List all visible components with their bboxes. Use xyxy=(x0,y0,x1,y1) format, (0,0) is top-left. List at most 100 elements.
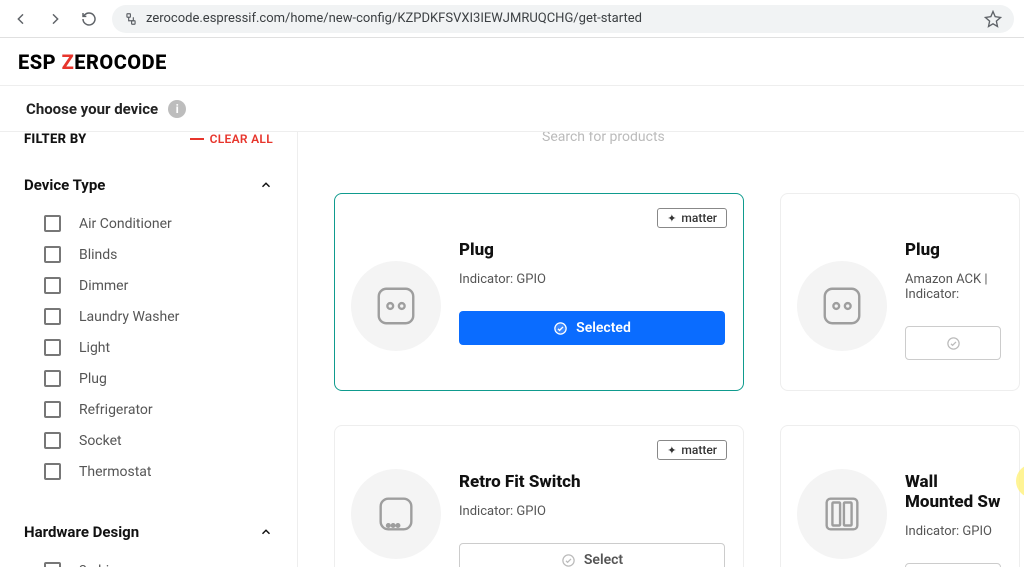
clear-all-button[interactable]: Clear All xyxy=(190,132,273,146)
filter-item[interactable]: Refrigerator xyxy=(24,394,273,425)
filter-item-label: Blinds xyxy=(79,247,117,263)
filter-item-label: 2-chip xyxy=(79,563,117,567)
chevron-up-icon xyxy=(259,525,273,539)
card-subtitle: Indicator: GPIO xyxy=(905,524,1001,539)
forward-button[interactable] xyxy=(44,8,66,30)
card-body: Retro Fit Switch Indicator: GPIO Select xyxy=(459,444,725,556)
device-thumb xyxy=(797,469,887,559)
filter-item-label: Refrigerator xyxy=(79,402,153,418)
select-button[interactable] xyxy=(905,563,1001,567)
badge-label: matter xyxy=(681,443,717,457)
card-subtitle: Indicator: GPIO xyxy=(459,504,725,519)
checkbox-icon xyxy=(44,277,61,294)
filter-item[interactable]: Plug xyxy=(24,363,273,394)
minus-icon xyxy=(190,138,204,140)
check-circle-icon xyxy=(561,553,576,567)
filter-item[interactable]: 2-chip xyxy=(24,555,273,567)
filter-item-label: Dimmer xyxy=(79,278,128,294)
selected-button[interactable]: Selected xyxy=(459,311,725,345)
filter-item[interactable]: Dimmer xyxy=(24,270,273,301)
device-card[interactable]: ✦ matter Plug Indicator: GPIO Selected xyxy=(334,193,744,391)
device-thumb xyxy=(797,261,887,351)
matter-badge: ✦ matter xyxy=(657,208,727,228)
logo-bar: ESP ZEROCODE xyxy=(0,38,1024,86)
checkbox-icon xyxy=(44,432,61,449)
filter-item-label: Thermostat xyxy=(79,464,152,480)
card-title: Wall Mounted Sw xyxy=(905,472,1001,512)
clear-all-label: Clear All xyxy=(210,132,273,146)
arrow-left-icon xyxy=(13,11,29,27)
reload-button[interactable] xyxy=(78,8,100,30)
filter-section-head-hardware-design[interactable]: Hardware Design xyxy=(24,495,273,551)
matter-icon: ✦ xyxy=(667,212,675,225)
filter-item[interactable]: Thermostat xyxy=(24,456,273,487)
filter-section-head-device-type[interactable]: Device Type xyxy=(24,148,273,204)
bookmark-button[interactable] xyxy=(984,10,1002,28)
switch-icon xyxy=(373,491,419,537)
logo: ESP ZEROCODE xyxy=(18,50,167,74)
check-circle-icon xyxy=(553,321,568,336)
url-bar[interactable]: zerocode.espressif.com/home/new-config/K… xyxy=(112,5,1014,33)
button-label: Selected xyxy=(576,320,631,336)
main: Search for products ✦ matter Plug Indica… xyxy=(298,132,1024,567)
card-subtitle: Amazon ACK | Indicator: xyxy=(905,272,1001,302)
search-input[interactable]: Search for products xyxy=(542,132,1024,145)
filter-section-title: Device Type xyxy=(24,176,105,194)
filter-item-label: Air Conditioner xyxy=(79,216,172,232)
cards-row-2: ✦ matter Retro Fit Switch Indicator: GPI… xyxy=(334,391,1024,567)
card-body: Plug Indicator: GPIO Selected xyxy=(459,212,725,372)
checkbox-icon xyxy=(44,246,61,263)
url-text: zerocode.espressif.com/home/new-config/K… xyxy=(146,11,642,26)
checkbox-icon xyxy=(44,463,61,480)
checkbox-icon xyxy=(44,562,61,567)
arrow-right-icon xyxy=(47,11,63,27)
filter-item-label: Socket xyxy=(79,433,122,449)
filter-by-row: FILTER BY Clear All xyxy=(24,132,273,148)
checkbox-icon xyxy=(44,215,61,232)
card-body: Plug Amazon ACK | Indicator: xyxy=(905,212,1001,372)
filter-item[interactable]: Laundry Washer xyxy=(24,301,273,332)
star-icon xyxy=(984,10,1002,28)
filter-item[interactable]: Air Conditioner xyxy=(24,208,273,239)
step-title: Choose your device xyxy=(26,100,158,118)
filter-item-label: Plug xyxy=(79,371,107,387)
back-button[interactable] xyxy=(10,8,32,30)
wall-switch-icon xyxy=(819,491,865,537)
checkbox-icon xyxy=(44,401,61,418)
sidebar: FILTER BY Clear All Device Type Air Cond… xyxy=(0,132,298,567)
card-title: Plug xyxy=(905,240,1001,260)
matter-icon: ✦ xyxy=(667,444,675,457)
chevron-up-icon xyxy=(259,178,273,192)
filter-item[interactable]: Light xyxy=(24,332,273,363)
filter-list-hardware-design: 2-chip xyxy=(24,551,273,567)
device-card[interactable]: Wall Mounted Sw Indicator: GPIO xyxy=(780,425,1020,567)
button-label: Select xyxy=(584,552,623,567)
device-card[interactable]: ✦ matter Retro Fit Switch Indicator: GPI… xyxy=(334,425,744,567)
filter-list-device-type: Air Conditioner Blinds Dimmer Laundry Wa… xyxy=(24,204,273,495)
select-button[interactable]: Select xyxy=(459,543,725,567)
card-title: Plug xyxy=(459,240,725,260)
device-thumb xyxy=(351,261,441,351)
site-settings-icon xyxy=(124,12,138,26)
filter-item-label: Light xyxy=(79,340,110,356)
reload-icon xyxy=(81,11,97,27)
card-body: Wall Mounted Sw Indicator: GPIO xyxy=(905,444,1001,556)
filter-item-label: Laundry Washer xyxy=(79,309,179,325)
logo-z: Z xyxy=(62,50,75,74)
badge-label: matter xyxy=(681,211,717,225)
plug-icon xyxy=(819,283,865,329)
device-card[interactable]: Plug Amazon ACK | Indicator: xyxy=(780,193,1020,391)
step-bar: Choose your device i xyxy=(0,86,1024,132)
info-icon[interactable]: i xyxy=(168,100,186,118)
plug-icon xyxy=(373,283,419,329)
filter-by-label: FILTER BY xyxy=(24,132,87,147)
filter-section-title: Hardware Design xyxy=(24,523,139,541)
checkbox-icon xyxy=(44,370,61,387)
device-thumb xyxy=(351,469,441,559)
check-circle-icon xyxy=(946,336,961,351)
checkbox-icon xyxy=(44,339,61,356)
filter-item[interactable]: Socket xyxy=(24,425,273,456)
filter-item[interactable]: Blinds xyxy=(24,239,273,270)
select-button[interactable] xyxy=(905,326,1001,360)
browser-chrome: zerocode.espressif.com/home/new-config/K… xyxy=(0,0,1024,38)
